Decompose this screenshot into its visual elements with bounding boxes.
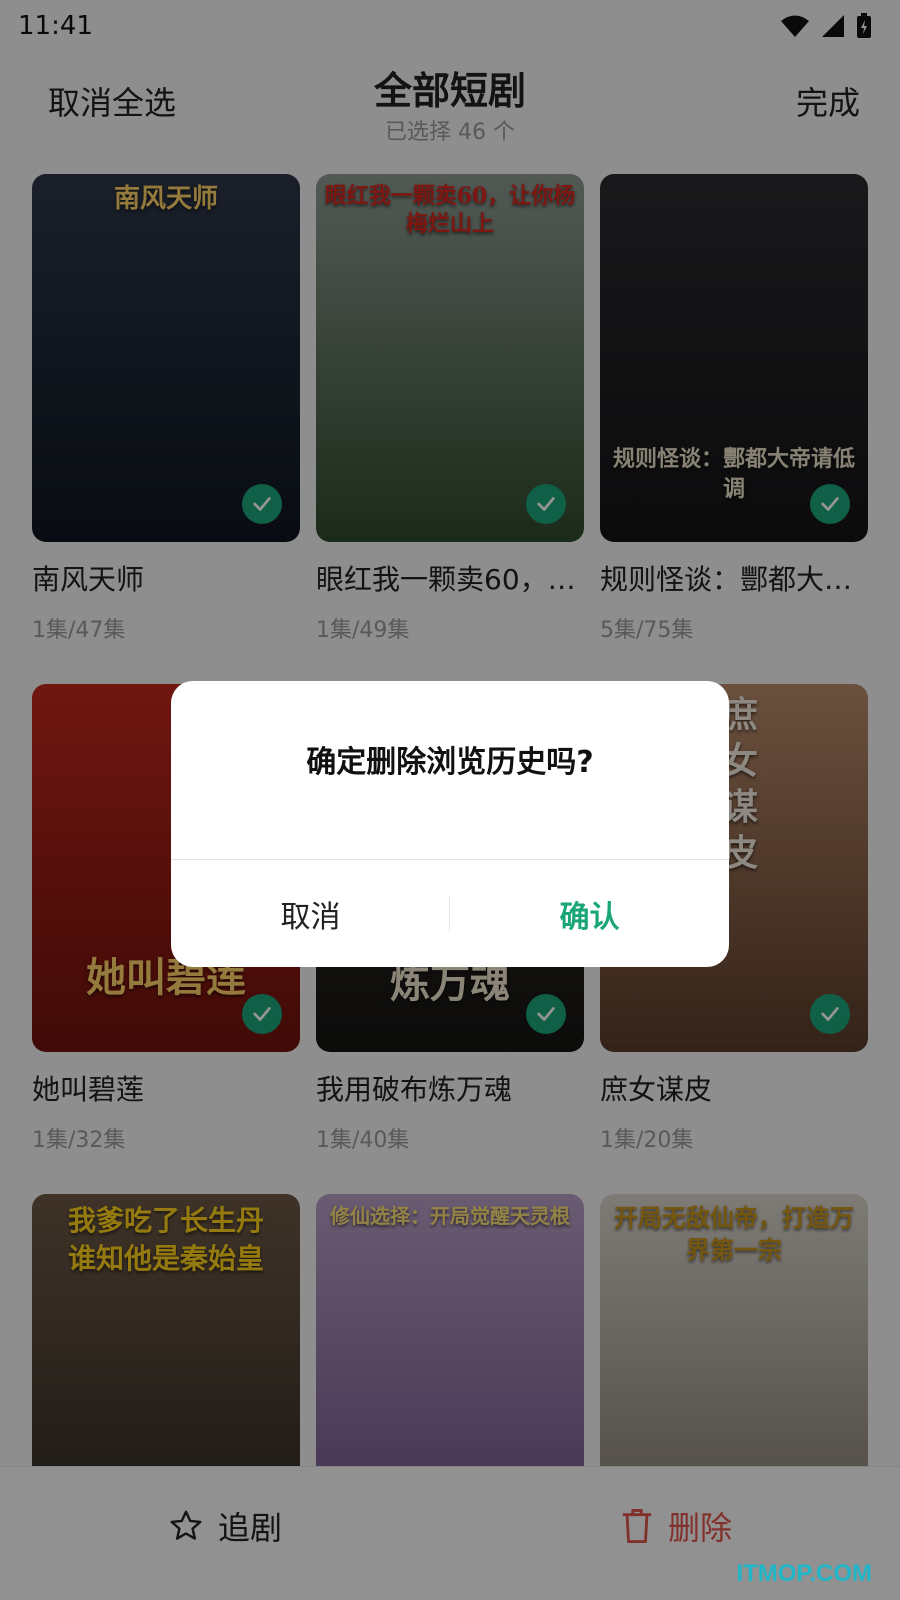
dialog-cancel-button[interactable]: 取消	[171, 860, 450, 967]
dialog-message: 确定删除浏览历史吗?	[306, 745, 594, 780]
watermark: ITMOP.COM	[736, 1560, 872, 1587]
confirm-delete-dialog: 确定删除浏览历史吗? 取消 确认	[171, 681, 729, 967]
dialog-confirm-button[interactable]: 确认	[450, 860, 729, 967]
